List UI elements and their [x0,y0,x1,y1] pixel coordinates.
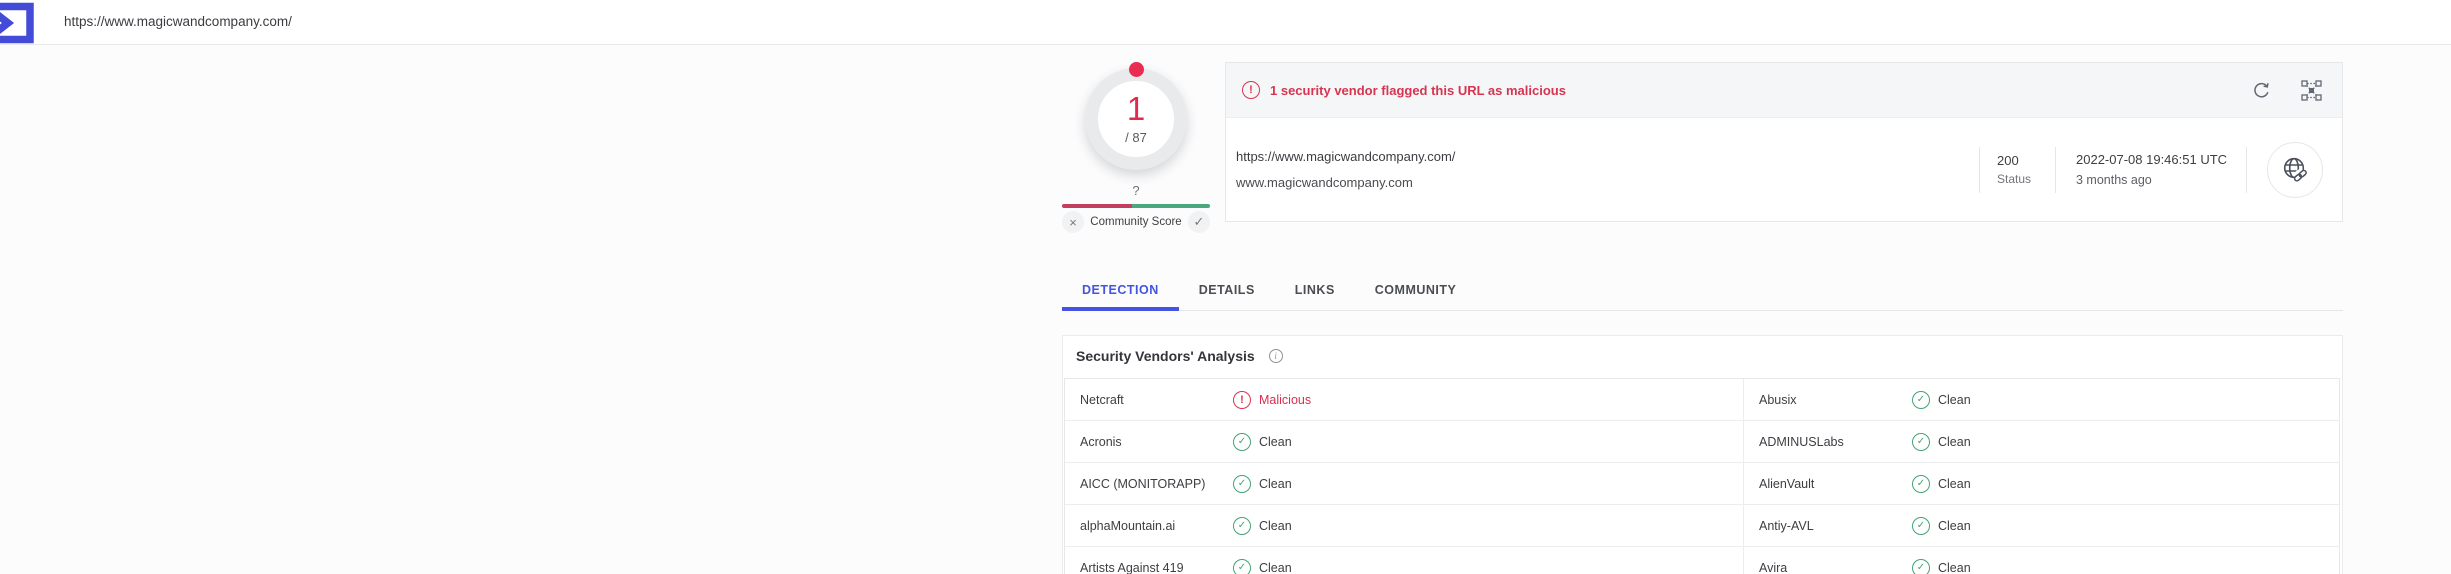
clean-check-icon: ✓ [1912,559,1930,574]
upvote-icon[interactable]: ✓ [1188,211,1210,233]
score-gauge: 1 / 87 [1085,68,1187,170]
url-globe-icon [2267,142,2323,198]
http-status-label: Status [1997,172,2055,186]
alert-circle-icon: ! [1242,81,1260,99]
score-marker-dot [1129,62,1144,77]
report-tabs: DETECTION DETAILS LINKS COMMUNITY [1062,270,2343,311]
section-title: Security Vendors' Analysis [1076,348,1255,364]
vendor-name: alphaMountain.ai [1065,519,1233,533]
report-domain[interactable]: www.magicwandcompany.com [1236,175,1979,190]
vendor-result-label: Clean [1259,561,1292,574]
browser-topbar: https://www.magicwandcompany.com/ [0,0,2451,45]
reanalyze-icon[interactable] [2251,80,2271,100]
community-score-help[interactable]: ? [1062,183,1210,198]
score-positives: 1 [1098,92,1174,125]
tab-community[interactable]: COMMUNITY [1355,270,1477,310]
vendor-name: Netcraft [1065,393,1233,407]
score-total: / 87 [1098,130,1174,145]
malicious-alert-icon: ! [1233,391,1251,409]
vendor-name: Acronis [1065,435,1233,449]
vendor-name: AICC (MONITORAPP) [1065,477,1233,491]
url-report-card: ! 1 security vendor flagged this URL as … [1225,62,2343,222]
vendor-result: ✓ Clean [1912,433,1971,451]
vendor-name: ADMINUSLabs [1744,435,1912,449]
vendor-result-label: Clean [1938,393,1971,407]
table-row: Artists Against 419✓CleanAvira✓Clean [1065,547,2339,574]
clean-check-icon: ✓ [1233,517,1251,535]
vendor-result-label: Clean [1938,519,1971,533]
info-icon[interactable]: i [1269,349,1283,363]
vendor-result-label: Malicious [1259,393,1311,407]
vendor-result: ! Malicious [1233,391,1311,409]
report-card-body: https://www.magicwandcompany.com/ www.ma… [1226,118,2342,221]
clean-check-icon: ✓ [1233,433,1251,451]
clean-check-icon: ✓ [1233,475,1251,493]
table-row: alphaMountain.ai✓CleanAntiy-AVL✓Clean [1065,505,2339,547]
vendor-name: Abusix [1744,393,1912,407]
http-status-value: 200 [1997,153,2055,168]
tab-detection[interactable]: DETECTION [1062,270,1179,310]
detection-score-widget: 1 / 87 ? × Community Score ✓ [1062,60,1210,233]
vendor-result-label: Clean [1259,477,1292,491]
vendor-result: ✓ Clean [1912,559,1971,574]
tab-details[interactable]: DETAILS [1179,270,1275,310]
vendor-name: Artists Against 419 [1065,561,1233,574]
score-ring: 1 / 87 [1085,68,1187,170]
vendor-result-label: Clean [1259,435,1292,449]
last-analysis-relative: 3 months ago [2076,173,2246,187]
verdict-text: 1 security vendor flagged this URL as ma… [1270,83,1566,98]
clean-check-icon: ✓ [1233,559,1251,574]
detection-section: Security Vendors' Analysis i Netcraft! Ma… [1062,335,2343,574]
vendor-result: ✓ Clean [1233,433,1292,451]
report-card-header: ! 1 security vendor flagged this URL as … [1226,63,2342,118]
vendor-result: ✓ Clean [1233,517,1292,535]
community-bar-positive [1132,204,1210,208]
clean-check-icon: ✓ [1912,517,1930,535]
table-row: AICC (MONITORAPP)✓CleanAlienVault✓Clean [1065,463,2339,505]
community-score-label: Community Score [1090,216,1181,228]
report-url[interactable]: https://www.magicwandcompany.com/ [1236,149,1979,164]
vendor-name: Avira [1744,561,1912,574]
vendor-result: ✓ Clean [1912,391,1971,409]
community-bar-negative [1062,204,1132,208]
table-row: Netcraft! Malicious Abusix✓ Clean [1065,379,2339,421]
virustotal-logo[interactable] [0,1,43,50]
vendor-result-label: Clean [1259,519,1292,533]
vendor-result: ✓ Clean [1233,475,1292,493]
tab-links[interactable]: LINKS [1275,270,1355,310]
vendor-name: Antiy-AVL [1744,519,1912,533]
clean-check-icon: ✓ [1912,475,1930,493]
vendor-result: ✓ Clean [1912,517,1971,535]
vendor-name: AlienVault [1744,477,1912,491]
vendor-table: Netcraft!MaliciousAbusix✓CleanAcronis✓Cl… [1064,378,2340,574]
graph-explorer-icon[interactable] [2301,80,2322,101]
clean-check-icon: ✓ [1912,433,1930,451]
search-url-input[interactable]: https://www.magicwandcompany.com/ [64,14,292,29]
clean-check-icon: ✓ [1912,391,1930,409]
vendor-result: ✓ Clean [1233,559,1292,574]
vendor-result-label: Clean [1938,435,1971,449]
downvote-icon[interactable]: × [1062,211,1084,233]
vendor-result-label: Clean [1938,561,1971,574]
last-analysis-date: 2022-07-08 19:46:51 UTC [2076,152,2246,167]
vendor-result: ✓ Clean [1912,475,1971,493]
community-score-bar [1062,204,1210,208]
vendor-result-label: Clean [1938,477,1971,491]
table-row: Acronis✓CleanADMINUSLabs✓Clean [1065,421,2339,463]
